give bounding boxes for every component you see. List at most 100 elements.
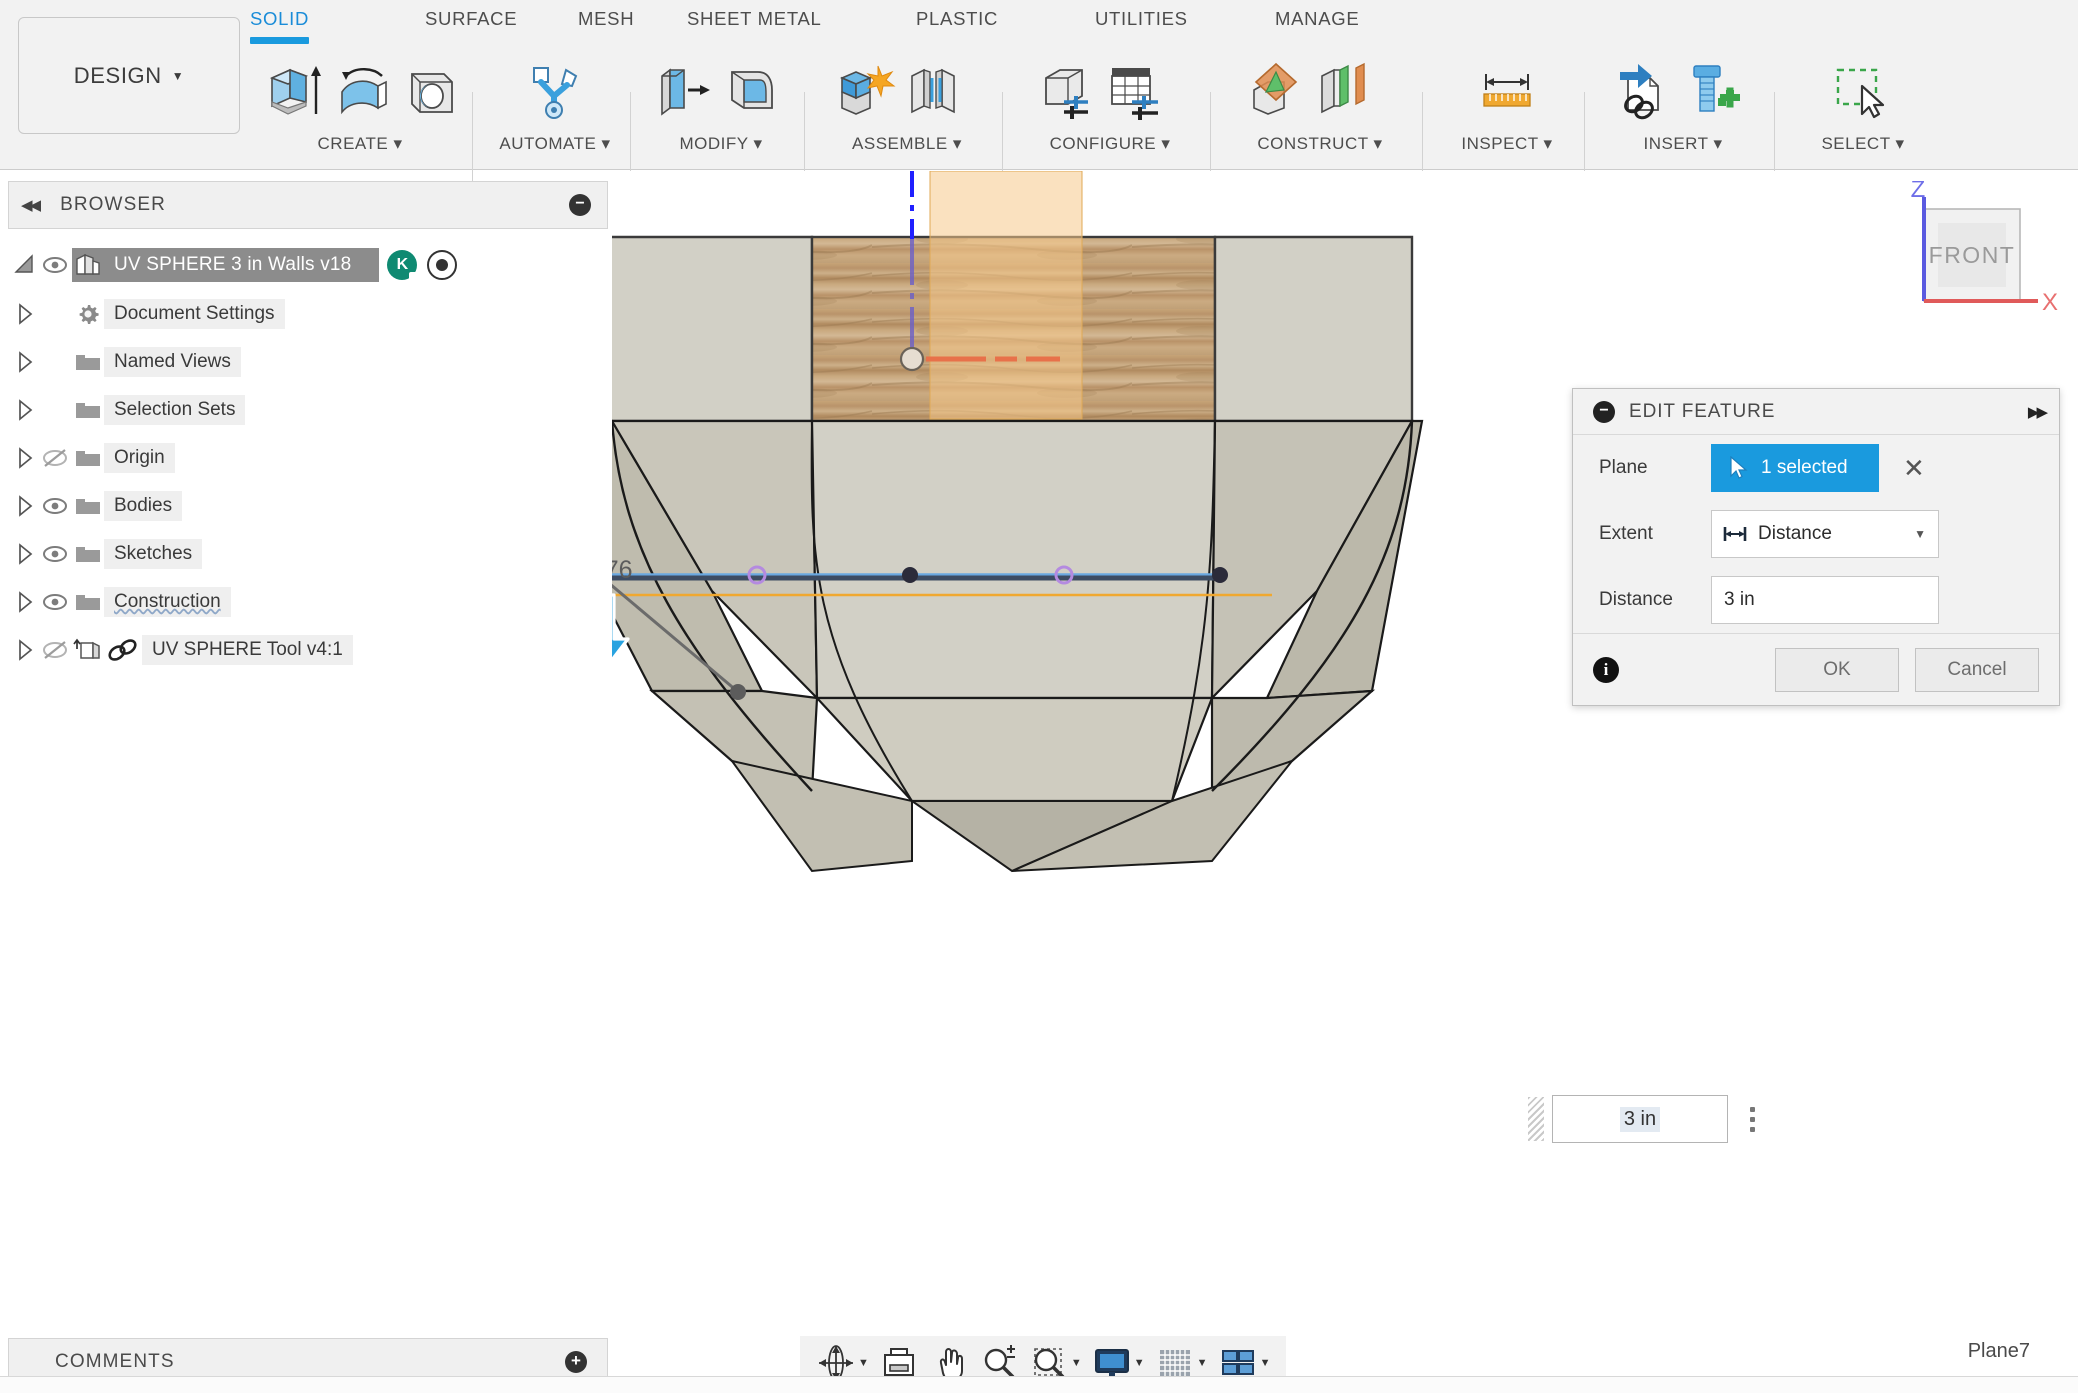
tree-label[interactable]: Document Settings: [104, 299, 285, 329]
chevron-right-icon[interactable]: [12, 397, 38, 423]
automate-icon[interactable]: [524, 58, 586, 122]
hole-icon[interactable]: [400, 58, 462, 122]
tree-label[interactable]: Construction: [104, 587, 231, 617]
minus-circle-icon[interactable]: −: [569, 194, 591, 216]
drag-grip-icon[interactable]: [1528, 1097, 1544, 1141]
cancel-button[interactable]: Cancel: [1915, 647, 2039, 692]
tree-row-selection-sets[interactable]: Selection Sets: [8, 386, 608, 434]
tab-manage[interactable]: MANAGE: [1275, 8, 1359, 30]
tree-row-document-settings[interactable]: Document Settings: [8, 290, 608, 338]
chevron-right-icon[interactable]: [12, 349, 38, 375]
panel-label-automate[interactable]: AUTOMATE ▾: [482, 134, 628, 154]
chevron-expanded-icon[interactable]: [12, 252, 38, 278]
tree-label[interactable]: Bodies: [104, 491, 183, 521]
panel-insert: INSERT ▾: [1594, 44, 1772, 160]
panel-label-select[interactable]: SELECT ▾: [1784, 134, 1942, 154]
tree-label[interactable]: Origin: [104, 443, 175, 473]
tree-row-origin[interactable]: Origin: [8, 434, 608, 482]
close-x-icon[interactable]: ✕: [1903, 453, 1925, 484]
chevron-down-icon[interactable]: ▼: [1071, 1357, 1082, 1369]
tree-label[interactable]: UV SPHERE Tool v4:1: [142, 635, 353, 665]
tree-label[interactable]: Selection Sets: [104, 395, 246, 425]
eye-visible-icon[interactable]: [38, 592, 72, 612]
panel-label-configure[interactable]: CONFIGURE ▾: [1012, 134, 1208, 154]
panel-label-create[interactable]: CREATE ▾: [250, 134, 470, 154]
dimension-label[interactable]: 0.076: [612, 556, 633, 585]
offset-plane-icon[interactable]: [1244, 58, 1306, 122]
panel-label-construct[interactable]: CONSTRUCT ▾: [1220, 134, 1420, 154]
browser-title: BROWSER: [60, 194, 166, 215]
workspace-switcher-button[interactable]: DESIGN ▼: [18, 17, 240, 134]
configuration-icon[interactable]: [1036, 58, 1098, 122]
tree-row-named-views[interactable]: Named Views: [8, 338, 608, 386]
tree-row-uv-sphere-tool[interactable]: UV SPHERE Tool v4:1: [8, 626, 608, 674]
chevron-right-icon[interactable]: [12, 493, 38, 519]
origin-point: [899, 346, 925, 372]
view-cube-face-label: FRONT: [1929, 242, 2016, 268]
eye-hidden-icon[interactable]: [38, 447, 72, 469]
eye-visible-icon[interactable]: [38, 496, 72, 516]
kebab-menu-icon[interactable]: [1734, 1106, 1770, 1132]
chevron-down-icon[interactable]: ▼: [1914, 527, 1926, 541]
root-component-chip[interactable]: UV SPHERE 3 in Walls v18: [72, 248, 380, 282]
tree-label[interactable]: Sketches: [104, 539, 203, 569]
midplane-icon[interactable]: [1312, 58, 1374, 122]
chevron-right-icon[interactable]: [12, 637, 38, 663]
contact-badge-icon[interactable]: K: [387, 250, 419, 281]
distance-input[interactable]: 3 in: [1711, 576, 1939, 624]
minus-circle-icon[interactable]: −: [1593, 400, 1615, 423]
expand-right-icon[interactable]: ▶▶: [2028, 403, 2048, 421]
plane-selection-button[interactable]: 1 selected: [1711, 444, 1879, 492]
press-pull-icon[interactable]: [654, 58, 716, 122]
chevron-right-icon[interactable]: [12, 301, 38, 327]
chevron-down-icon[interactable]: ▼: [858, 1357, 869, 1369]
insert-mcmaster-icon[interactable]: [1680, 58, 1742, 122]
tab-plastic[interactable]: PLASTIC: [916, 8, 998, 30]
tab-sheet-metal[interactable]: SHEET METAL: [687, 8, 822, 30]
panel-label-modify[interactable]: MODIFY ▾: [640, 134, 802, 154]
panel-label-inspect[interactable]: INSPECT ▾: [1432, 134, 1582, 154]
manipulator-value: 3 in: [1619, 1106, 1661, 1132]
revolve-icon[interactable]: [332, 58, 394, 122]
chevron-down-icon[interactable]: ▼: [1134, 1357, 1145, 1369]
chevron-right-icon[interactable]: [12, 541, 38, 567]
eye-hidden-icon[interactable]: [38, 639, 72, 661]
panel-label-insert[interactable]: INSERT ▾: [1594, 134, 1772, 154]
tree-row-construction[interactable]: Construction: [8, 578, 608, 626]
panel-label-assemble[interactable]: ASSEMBLE ▾: [814, 134, 1000, 154]
ok-button[interactable]: OK: [1775, 647, 1899, 692]
tab-surface[interactable]: SURFACE: [425, 8, 517, 30]
info-icon[interactable]: i: [1593, 656, 1619, 683]
extent-dropdown[interactable]: Distance ▼: [1711, 510, 1939, 558]
tree-row-bodies[interactable]: Bodies: [8, 482, 608, 530]
fillet-icon[interactable]: [722, 58, 784, 122]
radio-target-icon[interactable]: [427, 250, 458, 280]
joint-icon[interactable]: [902, 58, 964, 122]
tab-utilities[interactable]: UTILITIES: [1095, 8, 1188, 30]
dialog-row-extent: Extent Distance ▼: [1573, 501, 2059, 567]
tree-label[interactable]: Named Views: [104, 347, 241, 377]
eye-visible-icon[interactable]: [38, 544, 72, 564]
tab-solid[interactable]: SOLID: [250, 8, 310, 44]
tab-mesh[interactable]: MESH: [578, 8, 634, 30]
view-cube[interactable]: Z X FRONT: [1866, 176, 2066, 331]
tree-row-sketches[interactable]: Sketches: [8, 530, 608, 578]
extrude-icon[interactable]: [264, 58, 326, 122]
chevron-down-icon[interactable]: ▼: [1197, 1357, 1208, 1369]
measure-icon[interactable]: [1476, 58, 1538, 122]
eye-visible-icon[interactable]: [38, 255, 72, 275]
chevron-down-icon[interactable]: ▼: [1260, 1357, 1271, 1369]
select-window-icon[interactable]: [1828, 58, 1890, 122]
manipulator-input[interactable]: 3 in: [1552, 1095, 1728, 1143]
collapse-left-icon[interactable]: ◀◀: [21, 196, 41, 214]
config-table-icon[interactable]: [1104, 58, 1166, 122]
chevron-right-icon[interactable]: [12, 445, 38, 471]
viewport-canvas[interactable]: 0.076 Z X FRONT: [612, 171, 2078, 1321]
tree-row-root[interactable]: UV SPHERE 3 in Walls v18 K: [8, 240, 608, 290]
insert-derive-icon[interactable]: [1612, 58, 1674, 122]
chevron-right-icon[interactable]: [12, 589, 38, 615]
plus-circle-icon[interactable]: +: [565, 1351, 587, 1373]
new-component-icon[interactable]: [834, 58, 896, 122]
gear-icon: [72, 301, 104, 327]
view-cube-z-label: Z: [1911, 181, 1926, 203]
